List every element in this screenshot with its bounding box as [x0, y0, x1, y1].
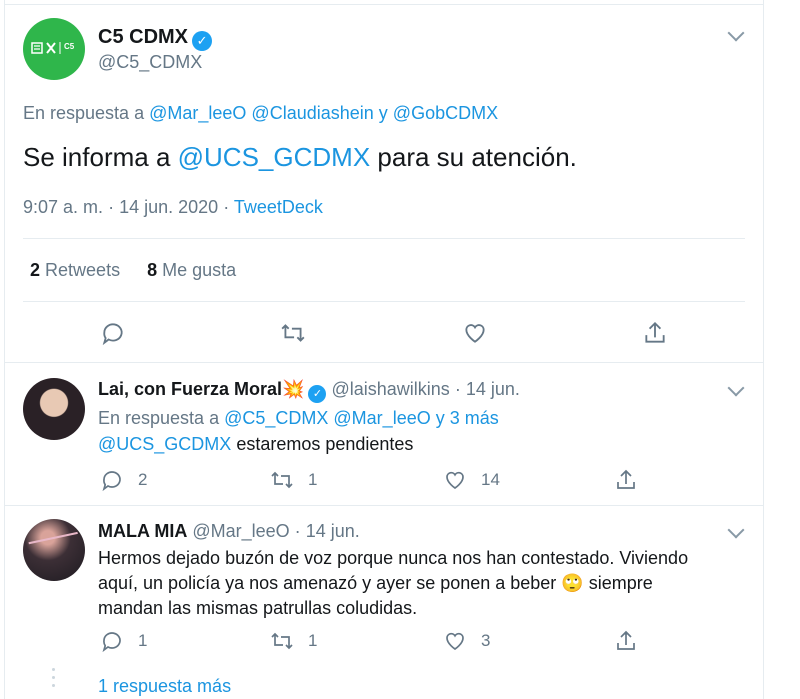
- reply-text: @UCS_GCDMX estaremos pendientes: [98, 434, 413, 455]
- reply-button[interactable]: 1: [100, 629, 147, 653]
- eye-roll-emoji: 🙄: [561, 573, 584, 593]
- retweet-icon: [281, 324, 305, 342]
- neon-decoration: [28, 531, 80, 553]
- retweet-icon: [271, 632, 293, 650]
- reply-mention-link[interactable]: @Mar_leeO: [149, 103, 246, 123]
- divider: [23, 301, 745, 302]
- reply-mention-link[interactable]: @GobCDMX: [393, 103, 498, 123]
- avatar-label: C5: [64, 42, 75, 51]
- retweet-count: 1: [308, 470, 318, 489]
- tweet-date[interactable]: 14 jun. 2020: [119, 197, 218, 217]
- reply-body: estaremos pendientes: [236, 434, 414, 454]
- reply-handle[interactable]: @Mar_leeO: [192, 521, 289, 541]
- main-tweet-meta: 9:07 a. m. · 14 jun. 2020 · TweetDeck: [23, 197, 323, 218]
- main-share-button[interactable]: [642, 320, 668, 346]
- main-display-name[interactable]: C5 CDMX: [98, 26, 188, 48]
- reply-icon: [102, 323, 123, 346]
- reply-mention-link[interactable]: @Mar_leeO: [333, 408, 430, 428]
- main-stats: 2 Retweets 8 Me gusta: [30, 260, 236, 281]
- share-button[interactable]: [614, 468, 638, 492]
- tweet-mention-link[interactable]: @UCS_GCDMX: [98, 434, 231, 454]
- reply-body-line: mandan las mismas patrullas coludidas.: [98, 598, 418, 618]
- retweets-label: Retweets: [45, 260, 121, 280]
- verified-icon: ✓: [308, 385, 327, 403]
- reply-conjunction: y: [378, 103, 388, 123]
- share-icon: [617, 469, 635, 489]
- share-button[interactable]: [614, 629, 638, 653]
- main-avatar[interactable]: C5: [23, 18, 85, 80]
- meta-separator: ·: [454, 379, 461, 399]
- retweet-icon: [271, 471, 293, 489]
- reply-display-name[interactable]: MALA MIA: [98, 521, 187, 541]
- reply-count: 2: [138, 470, 148, 489]
- divider: [4, 505, 764, 506]
- tweet-text-part: para su atención.: [377, 142, 577, 172]
- tweet-source-link[interactable]: TweetDeck: [234, 197, 323, 217]
- reply-body-part: siempre: [588, 573, 653, 593]
- like-icon: [446, 471, 464, 490]
- main-handle[interactable]: @C5_CDMX: [98, 52, 202, 73]
- reply-avatar[interactable]: [23, 519, 85, 581]
- verified-icon: ✓: [192, 31, 213, 51]
- reply-more-link[interactable]: y 3 más: [436, 408, 499, 428]
- main-author[interactable]: C5 CDMX ✓: [98, 26, 213, 51]
- likes-count: 8: [147, 260, 158, 280]
- reply-context: En respuesta a @C5_CDMX @Mar_leeO y 3 má…: [98, 408, 499, 429]
- likes-stat[interactable]: 8 Me gusta: [147, 260, 236, 280]
- retweet-count: 1: [308, 631, 318, 650]
- main-reply-button[interactable]: [100, 320, 126, 346]
- retweet-button[interactable]: 1: [270, 629, 317, 653]
- reply-body-line: aquí, un policía ya nos amenazó y ayer s…: [98, 571, 688, 596]
- like-button[interactable]: 14: [443, 468, 500, 492]
- meta-separator: ·: [294, 521, 301, 541]
- reply-body-part: aquí, un policía ya nos amenazó y ayer s…: [98, 573, 557, 593]
- meta-separator: ·: [223, 197, 230, 217]
- reply-prefix: En respuesta a: [23, 103, 145, 123]
- main-like-button[interactable]: [462, 320, 488, 346]
- c5-logo-icon: [31, 42, 61, 54]
- reply-icon: [102, 632, 121, 653]
- thread-dots: [52, 668, 56, 698]
- tweet-time[interactable]: 9:07 a. m.: [23, 197, 103, 217]
- divider: [23, 238, 745, 239]
- reply-header: Lai, con Fuerza Moral💥 ✓ @laishawilkins ·…: [98, 379, 520, 403]
- share-icon: [617, 630, 635, 650]
- main-retweet-button[interactable]: [280, 320, 306, 346]
- reply-text: Hermos dejado buzón de voz porque nunca …: [98, 546, 688, 621]
- main-reply-context: En respuesta a @Mar_leeO @Claudiashein y…: [23, 103, 498, 124]
- reply-prefix: En respuesta a: [98, 408, 220, 428]
- reply-mention-link[interactable]: @Claudiashein: [251, 103, 373, 123]
- reply-count: 1: [138, 631, 148, 650]
- retweets-stat[interactable]: 2 Retweets: [30, 260, 125, 280]
- likes-label: Me gusta: [162, 260, 237, 280]
- retweets-count: 2: [30, 260, 41, 280]
- top-border: [4, 4, 764, 5]
- reply-date[interactable]: 14 jun.: [306, 521, 360, 541]
- reply-mention-link[interactable]: @C5_CDMX: [224, 408, 328, 428]
- reply-handle[interactable]: @laishawilkins: [331, 379, 449, 399]
- collision-emoji: 💥: [282, 379, 305, 399]
- like-icon: [465, 324, 485, 343]
- like-icon: [446, 632, 464, 651]
- more-replies-link[interactable]: 1 respuesta más: [98, 676, 231, 697]
- reply-body-line: Hermos dejado buzón de voz porque nunca …: [98, 548, 689, 568]
- divider: [4, 362, 764, 363]
- tweet-text-part: Se informa a: [23, 142, 171, 172]
- like-count: 14: [481, 470, 500, 489]
- retweet-button[interactable]: 1: [270, 468, 317, 492]
- share-icon: [645, 321, 665, 343]
- like-button[interactable]: 3: [443, 629, 490, 653]
- reply-display-name[interactable]: Lai, con Fuerza Moral: [98, 379, 282, 399]
- reply-header: MALA MIA @Mar_leeO · 14 jun.: [98, 521, 360, 542]
- reply-icon: [102, 471, 121, 492]
- tweet-mention-link[interactable]: @UCS_GCDMX: [178, 142, 371, 172]
- meta-separator: ·: [108, 197, 115, 217]
- reply-avatar[interactable]: [23, 378, 85, 440]
- reply-button[interactable]: 2: [100, 468, 147, 492]
- reply-date[interactable]: 14 jun.: [466, 379, 520, 399]
- main-tweet-text: Se informa a @UCS_GCDMX para su atención…: [23, 142, 577, 173]
- like-count: 3: [481, 631, 491, 650]
